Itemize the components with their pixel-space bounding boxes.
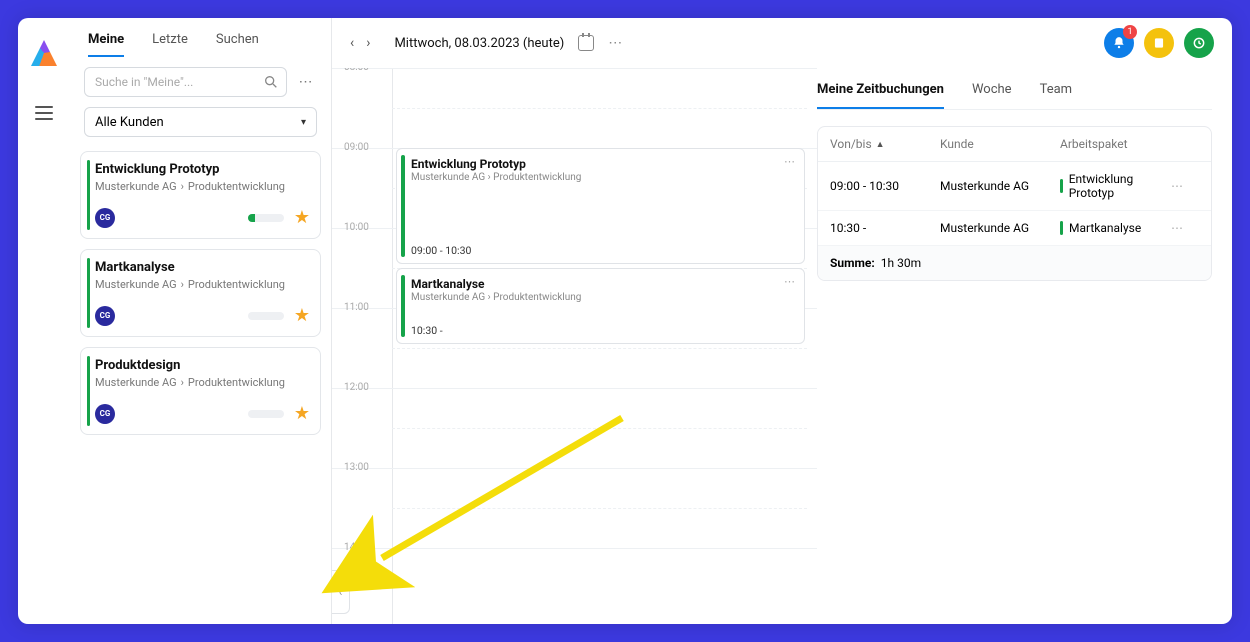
work-package-card[interactable]: Martkanalyse Musterkunde AG›Produktentwi…	[80, 249, 321, 337]
panel-tab-bookings[interactable]: Meine Zeitbuchungen	[817, 82, 944, 109]
table-row[interactable]: 10:30 - Musterkunde AG Martkanalyse ⋯	[818, 211, 1211, 246]
event-time: 10:30 -	[411, 324, 443, 337]
card-title: Produktdesign	[95, 358, 310, 373]
time-label: 09:00	[344, 142, 369, 153]
customer-filter-dropdown[interactable]: Alle Kunden ▾	[84, 107, 317, 137]
card-title: Martkanalyse	[95, 260, 310, 275]
caret-down-icon: ▾	[301, 117, 306, 128]
notification-count-badge: 1	[1123, 25, 1137, 39]
sidebar: Meine Letzte Suchen ⋯ Alle Kunden ▾ Entw…	[70, 18, 332, 624]
nav-rail	[18, 18, 70, 624]
time-label: 14:00	[344, 542, 369, 553]
sidebar-tabs: Meine Letzte Suchen	[70, 24, 331, 57]
card-breadcrumb: Musterkunde AG›Produktentwicklung	[95, 376, 310, 389]
event-breadcrumb: Musterkunde AG › Produktentwicklung	[411, 172, 794, 183]
avatar-badge: CG	[95, 306, 115, 326]
search-box	[84, 67, 287, 97]
progress-bar	[248, 214, 284, 222]
notifications-button[interactable]: 1	[1104, 28, 1134, 58]
bookings-table: Von/bis▲ Kunde Arbeitspaket 09:00 - 10:3…	[817, 126, 1212, 281]
calendar-icon[interactable]	[578, 35, 594, 51]
sidebar-more-icon[interactable]: ⋯	[295, 74, 317, 90]
tab-recent[interactable]: Letzte	[152, 32, 188, 57]
event-more-icon[interactable]: ⋯	[784, 275, 796, 288]
progress-bar	[248, 312, 284, 320]
day-timeline[interactable]: 08:00 09:00 10:00 11:00 12:00 13:00 14:0…	[332, 68, 817, 624]
event-time: 09:00 - 10:30	[411, 244, 471, 257]
time-label: 13:00	[344, 462, 369, 473]
cell-package: Entwicklung Prototyp	[1060, 172, 1171, 200]
main-area: ‹ › Mittwoch, 08.03.2023 (heute) ⋯ 1	[332, 18, 1232, 624]
cell-client: Musterkunde AG	[940, 221, 1060, 235]
notes-button[interactable]	[1144, 28, 1174, 58]
tab-search[interactable]: Suchen	[216, 32, 259, 57]
timeline-event[interactable]: Entwicklung Prototyp Musterkunde AG › Pr…	[396, 148, 805, 264]
cell-time: 10:30 -	[830, 221, 940, 235]
cell-client: Musterkunde AG	[940, 179, 1060, 193]
event-more-icon[interactable]: ⋯	[784, 155, 796, 168]
cell-time: 09:00 - 10:30	[830, 179, 940, 193]
search-icon	[263, 74, 279, 90]
time-label: 08:00	[344, 68, 369, 73]
panel-tab-week[interactable]: Woche	[972, 82, 1012, 109]
star-icon[interactable]: ★	[294, 305, 310, 326]
timeline-event[interactable]: Martkanalyse Musterkunde AG › Produktent…	[396, 268, 805, 344]
current-date-label: Mittwoch, 08.03.2023 (heute)	[394, 36, 564, 51]
table-footer-sum: Summe: 1h 30m	[818, 246, 1211, 280]
cell-package: Martkanalyse	[1060, 221, 1171, 235]
app-logo-icon	[31, 40, 57, 66]
avatar-badge: CG	[95, 404, 115, 424]
collapse-sidebar-button[interactable]: ‹	[332, 570, 350, 614]
main-header: ‹ › Mittwoch, 08.03.2023 (heute) ⋯ 1	[332, 18, 1232, 68]
card-title: Entwicklung Prototyp	[95, 162, 310, 177]
app-frame: Meine Letzte Suchen ⋯ Alle Kunden ▾ Entw…	[18, 18, 1232, 624]
time-label: 11:00	[344, 302, 369, 313]
prev-day-button[interactable]: ‹	[350, 35, 354, 51]
column-header-package[interactable]: Arbeitspaket	[1060, 137, 1171, 151]
avatar-badge: CG	[95, 208, 115, 228]
table-row[interactable]: 09:00 - 10:30 Musterkunde AG Entwicklung…	[818, 162, 1211, 211]
header-more-icon[interactable]: ⋯	[608, 35, 623, 51]
column-header-time[interactable]: Von/bis▲	[830, 137, 940, 151]
card-breadcrumb: Musterkunde AG›Produktentwicklung	[95, 278, 310, 291]
card-breadcrumb: Musterkunde AG›Produktentwicklung	[95, 180, 310, 193]
time-label: 10:00	[344, 222, 369, 233]
hamburger-icon[interactable]	[35, 106, 53, 120]
column-header-client[interactable]: Kunde	[940, 137, 1060, 151]
event-breadcrumb: Musterkunde AG › Produktentwicklung	[411, 292, 794, 303]
timer-button[interactable]	[1184, 28, 1214, 58]
star-icon[interactable]: ★	[294, 403, 310, 424]
work-package-list: Entwicklung Prototyp Musterkunde AG›Prod…	[70, 147, 331, 439]
panel-tab-team[interactable]: Team	[1040, 82, 1073, 109]
row-more-icon[interactable]: ⋯	[1171, 221, 1199, 235]
next-day-button[interactable]: ›	[366, 35, 370, 51]
tab-mine[interactable]: Meine	[88, 32, 124, 57]
sort-asc-icon: ▲	[876, 139, 885, 150]
event-title: Martkanalyse	[411, 277, 794, 291]
work-package-card[interactable]: Produktdesign Musterkunde AG›Produktentw…	[80, 347, 321, 435]
star-icon[interactable]: ★	[294, 207, 310, 228]
time-bookings-panel: Meine Zeitbuchungen Woche Team Von/bis▲ …	[817, 68, 1232, 624]
time-label: 12:00	[344, 382, 369, 393]
event-title: Entwicklung Prototyp	[411, 157, 794, 171]
customer-filter-label: Alle Kunden	[95, 115, 164, 130]
search-input[interactable]	[84, 67, 287, 97]
progress-bar	[248, 410, 284, 418]
row-more-icon[interactable]: ⋯	[1171, 179, 1199, 193]
work-package-card[interactable]: Entwicklung Prototyp Musterkunde AG›Prod…	[80, 151, 321, 239]
